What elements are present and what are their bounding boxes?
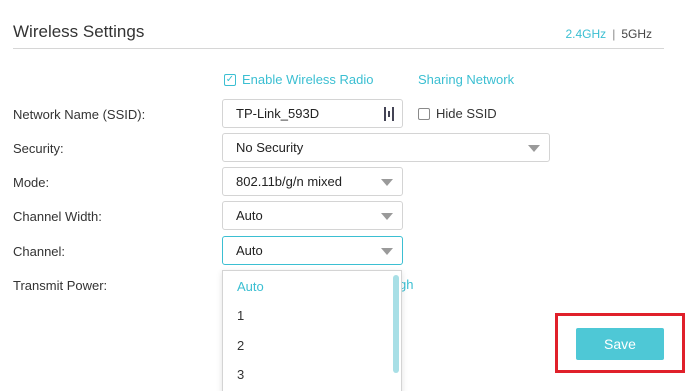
dropdown-scrollbar[interactable] (393, 275, 399, 373)
channel-width-select[interactable]: Auto (222, 201, 403, 230)
band-5ghz-tab[interactable]: 5GHz (621, 27, 652, 41)
band-switch: 2.4GHz | 5GHz (566, 27, 653, 41)
hide-ssid-checkbox[interactable]: Hide SSID (418, 106, 497, 121)
channel-option[interactable]: 2 (237, 338, 244, 353)
channel-option[interactable]: 1 (237, 308, 244, 323)
channel-option[interactable]: Auto (237, 279, 264, 294)
enable-wireless-radio-checkbox[interactable]: ✓ Enable Wireless Radio (224, 72, 374, 87)
mode-select[interactable]: 802.11b/g/n mixed (222, 167, 403, 196)
chevron-down-icon (381, 248, 393, 255)
page-title: Wireless Settings (13, 22, 145, 41)
security-select[interactable]: No Security (222, 133, 550, 162)
checkbox-checked-icon: ✓ (224, 73, 236, 86)
header-divider (13, 48, 664, 49)
band-separator: | (612, 27, 616, 41)
ssid-input[interactable]: TP-Link_593D (222, 99, 403, 128)
channel-width-label: Channel Width: (13, 209, 102, 224)
ssid-charset-icon[interactable] (384, 107, 394, 121)
save-button[interactable]: Save (576, 328, 664, 360)
hide-ssid-label: Hide SSID (436, 106, 497, 121)
enable-wireless-radio-label: Enable Wireless Radio (242, 72, 374, 87)
ssid-label: Network Name (SSID): (13, 107, 146, 122)
channel-option[interactable]: 3 (237, 367, 244, 382)
security-label: Security: (13, 141, 64, 156)
mode-label: Mode: (13, 175, 50, 190)
ssid-value: TP-Link_593D (236, 106, 320, 121)
transmit-power-label: Transmit Power: (13, 278, 108, 293)
chevron-down-icon (381, 179, 393, 186)
channel-width-value: Auto (236, 208, 263, 223)
checkbox-unchecked-icon (418, 107, 430, 120)
sharing-network-link[interactable]: Sharing Network (418, 72, 514, 87)
security-value: No Security (236, 140, 304, 155)
channel-label: Channel: (13, 244, 66, 259)
channel-value: Auto (236, 243, 263, 258)
band-2-4ghz-tab[interactable]: 2.4GHz (566, 27, 607, 41)
chevron-down-icon (381, 213, 393, 220)
channel-select[interactable]: Auto (222, 236, 403, 265)
mode-value: 802.11b/g/n mixed (236, 174, 342, 189)
chevron-down-icon (528, 145, 540, 152)
channel-dropdown-list: Auto 1 2 3 (222, 270, 402, 391)
